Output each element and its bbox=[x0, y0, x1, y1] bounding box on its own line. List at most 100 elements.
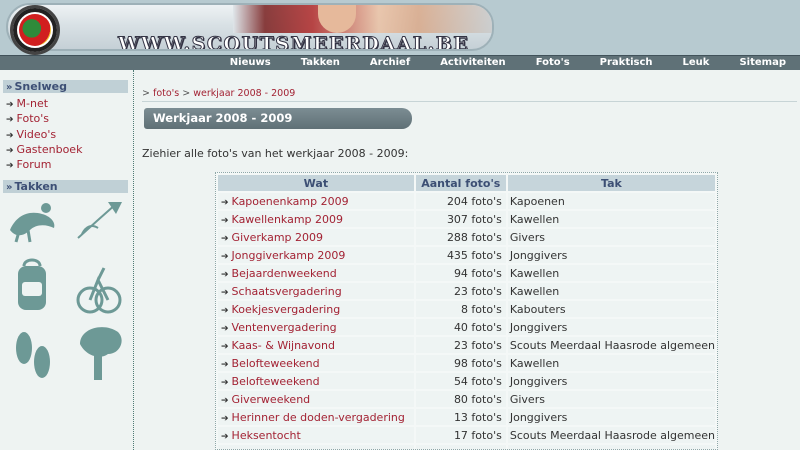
album-link[interactable]: ➔ Herinner de doden-vergadering bbox=[218, 409, 414, 425]
site-header: WWW.SCOUTSMEERDAAL.BE bbox=[0, 0, 800, 55]
column-header-aantal[interactable]: Aantal foto's bbox=[415, 175, 506, 191]
album-link[interactable]: ➔ Giverkamp 2009 bbox=[218, 229, 414, 245]
arrow-right-icon: ➔ bbox=[221, 359, 229, 370]
album-name: Belofteweekend bbox=[231, 356, 320, 370]
table-row: ➔ Ventenvergadering 40 foto's Jonggivers bbox=[218, 319, 715, 335]
photo-count: 17 foto's bbox=[415, 427, 506, 443]
column-header-wat[interactable]: Wat bbox=[218, 175, 414, 191]
page-title: Werkjaar 2008 - 2009 bbox=[144, 108, 412, 129]
album-name: Kaas- & Wijnavond bbox=[231, 338, 335, 352]
arrow-right-icon: ➔ bbox=[221, 395, 229, 406]
album-link[interactable]: ➔ Ventenvergadering bbox=[218, 319, 414, 335]
album-name: Kapoenenkamp 2009 bbox=[231, 194, 349, 208]
main-content: > foto's > werkjaar 2008 - 2009 Werkjaar… bbox=[135, 70, 800, 450]
photo-count: 40 foto's bbox=[415, 319, 506, 335]
album-link[interactable]: ➔ Kapoenenkamp 2009 bbox=[218, 193, 414, 209]
kapoenen-icon[interactable] bbox=[6, 200, 60, 244]
photo-count: 288 foto's bbox=[415, 229, 506, 245]
sidebar-item-label: Foto's bbox=[16, 112, 50, 126]
album-link[interactable]: ➔ Heksentocht bbox=[218, 427, 414, 443]
column-header-tak[interactable]: Tak bbox=[507, 175, 715, 191]
givers-icon[interactable] bbox=[10, 258, 56, 318]
photo-count: 94 foto's bbox=[415, 265, 506, 281]
nav-item-activiteiten[interactable]: Activiteiten bbox=[440, 56, 506, 71]
sidebar-heading-snelweg: » Snelweg bbox=[3, 80, 128, 93]
tak-name bbox=[507, 445, 715, 449]
album-link[interactable]: ➔ Belofteweekend bbox=[218, 355, 414, 371]
breadcrumb-separator: > bbox=[179, 88, 194, 99]
sidebar-item-forum[interactable]: ➔ Forum bbox=[6, 158, 82, 173]
breadcrumb-separator: > bbox=[142, 88, 153, 99]
photo-albums-table: Wat Aantal foto's Tak ➔ Kapoenenkamp 2009… bbox=[215, 172, 718, 450]
sidebar-item-fotos[interactable]: ➔ Foto's bbox=[6, 112, 82, 127]
footprints-icon[interactable] bbox=[10, 322, 56, 384]
tak-name: Jonggivers bbox=[507, 409, 715, 425]
header-banner[interactable]: WWW.SCOUTSMEERDAAL.BE bbox=[6, 3, 494, 51]
content-divider bbox=[142, 101, 797, 102]
photo-count: 98 foto's bbox=[415, 355, 506, 371]
sidebar-item-gastenboek[interactable]: ➔ Gastenboek bbox=[6, 143, 82, 158]
breadcrumb-current[interactable]: werkjaar 2008 - 2009 bbox=[193, 88, 295, 99]
arrow-right-icon: ➔ bbox=[221, 413, 229, 424]
sidebar-item-mnet[interactable]: ➔ M-net bbox=[6, 97, 82, 112]
tak-name: Jonggivers bbox=[507, 319, 715, 335]
arrow-right-icon: ➔ bbox=[221, 431, 229, 442]
nav-item-praktisch[interactable]: Praktisch bbox=[600, 56, 653, 71]
album-link[interactable]: ➔ Belofteweekend bbox=[218, 373, 414, 389]
main-nav: Nieuws Takken Archief Activiteiten Foto'… bbox=[0, 55, 800, 70]
tak-name: Kawellen bbox=[507, 283, 715, 299]
site-name[interactable]: WWW.SCOUTSMEERDAAL.BE bbox=[117, 33, 469, 50]
kawellen-icon[interactable] bbox=[72, 198, 126, 244]
nav-item-fotos[interactable]: Foto's bbox=[536, 56, 570, 71]
album-link[interactable]: ➔ Schaatsvergadering bbox=[218, 283, 414, 299]
arrow-right-icon: ➔ bbox=[221, 341, 229, 352]
photo-count: 54 foto's bbox=[415, 373, 506, 389]
arrow-right-icon: ➔ bbox=[221, 305, 229, 316]
nav-item-sitemap[interactable]: Sitemap bbox=[739, 56, 786, 71]
arrow-right-icon: ➔ bbox=[6, 161, 14, 172]
nav-item-takken[interactable]: Takken bbox=[301, 56, 340, 71]
arrow-right-icon: ➔ bbox=[6, 145, 14, 156]
snelweg-links: ➔ M-net ➔ Foto's ➔ Video's ➔ Gastenboek ➔ For… bbox=[6, 97, 82, 173]
sidebar-item-videos[interactable]: ➔ Video's bbox=[6, 128, 82, 143]
album-link[interactable]: ➔ Koekjesvergadering bbox=[218, 301, 414, 317]
photo-count: 204 foto's bbox=[415, 193, 506, 209]
tak-name: Scouts Meerdaal Haasrode algemeen bbox=[507, 337, 715, 353]
tak-name: Kapoenen bbox=[507, 193, 715, 209]
breadcrumb: > foto's > werkjaar 2008 - 2009 bbox=[142, 88, 295, 99]
album-link[interactable]: ➔ Giverweekend bbox=[218, 391, 414, 407]
nav-item-leuk[interactable]: Leuk bbox=[683, 56, 710, 71]
double-chevron-icon: » bbox=[6, 82, 13, 93]
nav-item-nieuws[interactable]: Nieuws bbox=[230, 56, 271, 71]
arrow-right-icon: ➔ bbox=[221, 197, 229, 208]
arrow-right-icon: ➔ bbox=[221, 269, 229, 280]
arrow-right-icon: ➔ bbox=[6, 115, 14, 126]
album-name: Heksentocht bbox=[231, 428, 301, 442]
album-link[interactable]: ➔ Jonggiverkamp 2009 bbox=[218, 247, 414, 263]
breadcrumb-link-fotos[interactable]: foto's bbox=[153, 88, 179, 99]
photo-count: 435 foto's bbox=[415, 247, 506, 263]
album-link[interactable]: ➔ Kawellenkamp 2009 bbox=[218, 211, 414, 227]
tree-icon[interactable] bbox=[74, 320, 126, 384]
sidebar-heading-label: Takken bbox=[14, 180, 58, 193]
album-name: Bejaardenweekend bbox=[231, 266, 337, 280]
album-link[interactable]: ➔ Kaas- & Wijnavond bbox=[218, 337, 414, 353]
photo-count: 23 foto's bbox=[415, 337, 506, 353]
sidebar-item-label: Video's bbox=[16, 127, 57, 141]
photo-count: 307 foto's bbox=[415, 211, 506, 227]
table-row: ➔ Schaatsvergadering 23 foto's Kawellen bbox=[218, 283, 715, 299]
album-name: Kawellenkamp 2009 bbox=[231, 212, 344, 226]
album-link[interactable] bbox=[218, 445, 414, 449]
sidebar-item-label: Gastenboek bbox=[16, 142, 83, 156]
tak-name: Givers bbox=[507, 229, 715, 245]
tak-name: Kawellen bbox=[507, 211, 715, 227]
site-logo[interactable] bbox=[10, 5, 60, 55]
arrow-right-icon: ➔ bbox=[221, 377, 229, 388]
nav-item-archief[interactable]: Archief bbox=[370, 56, 410, 71]
table-row: ➔ Bejaardenweekend 94 foto's Kawellen bbox=[218, 265, 715, 281]
jonggivers-icon[interactable] bbox=[76, 258, 122, 318]
table-row: ➔ Kawellenkamp 2009 307 foto's Kawellen bbox=[218, 211, 715, 227]
arrow-right-icon: ➔ bbox=[221, 251, 229, 262]
album-link[interactable]: ➔ Bejaardenweekend bbox=[218, 265, 414, 281]
table-header-row: Wat Aantal foto's Tak bbox=[218, 175, 715, 191]
